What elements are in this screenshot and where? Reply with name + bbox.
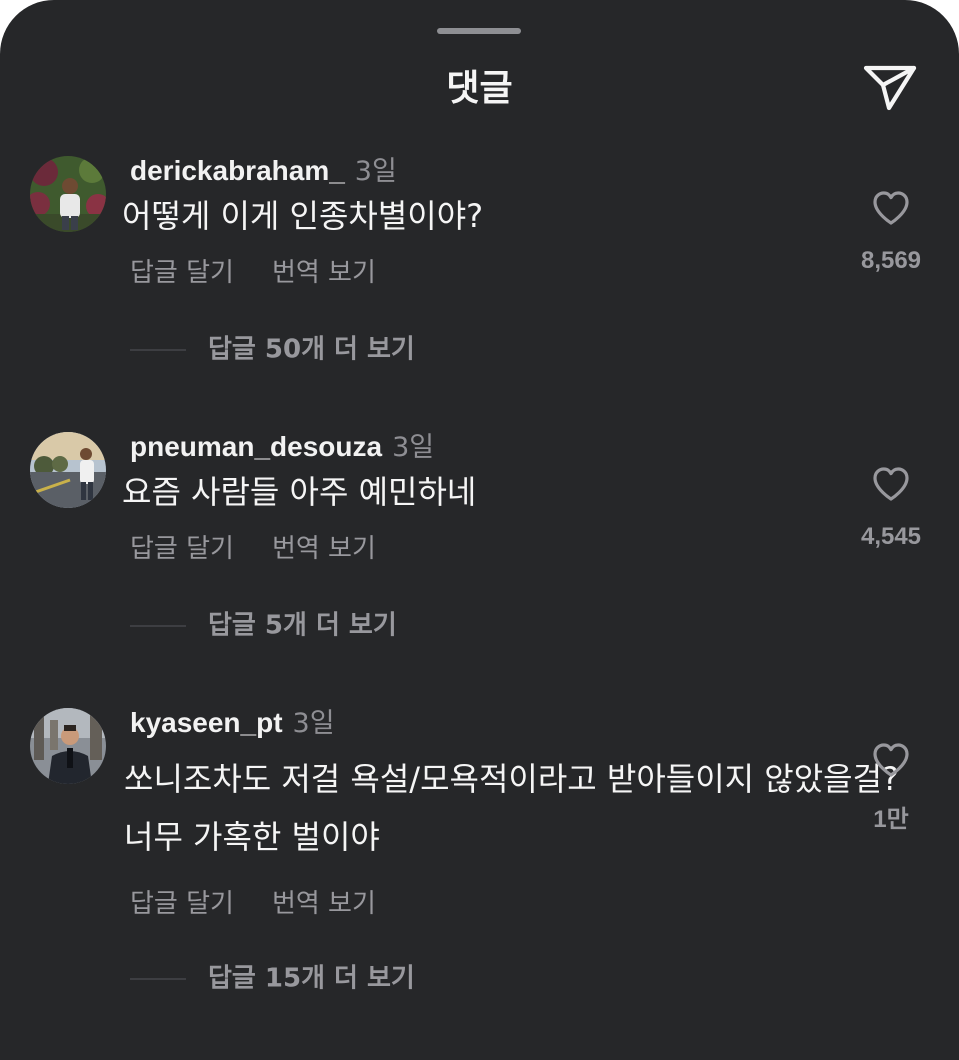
translate-button[interactable]: 번역 보기 <box>272 886 376 922</box>
reply-button[interactable]: 답글 달기 <box>130 531 234 567</box>
paper-plane-icon[interactable] <box>858 58 922 116</box>
view-replies-button[interactable]: 답글 5개 더 보기 <box>130 607 397 643</box>
comment-line: 쏘니조차도 저걸 욕설/모욕적이라고 받아들이지 않았을걸? <box>124 760 900 798</box>
heart-icon[interactable] <box>871 741 911 779</box>
view-replies-label: 답글 50개 더 보기 <box>208 334 415 365</box>
comment-header: derickabraham_ 3일 <box>130 155 397 187</box>
translate-button[interactable]: 번역 보기 <box>272 531 376 567</box>
comment-actions: 답글 달기 번역 보기 <box>130 531 376 567</box>
comment-text: 어떻게 이게 인종차별이야? <box>122 187 483 245</box>
comment-item: pneuman_desouza 3일 요즘 사람들 아주 예민하네 답글 달기 번역… <box>0 432 959 652</box>
comment-line: 요즘 사람들 아주 예민하네 <box>122 473 477 511</box>
comment-text: 요즘 사람들 아주 예민하네 <box>122 463 476 521</box>
like-group: 4,545 <box>856 465 926 551</box>
view-replies-label: 답글 5개 더 보기 <box>208 610 397 641</box>
heart-icon[interactable] <box>871 189 911 227</box>
timestamp: 3일 <box>392 432 435 463</box>
reply-button[interactable]: 답글 달기 <box>130 255 234 291</box>
timestamp: 3일 <box>354 156 397 187</box>
reply-button[interactable]: 답글 달기 <box>130 886 234 922</box>
username[interactable]: kyaseen_pt <box>130 707 283 738</box>
comment-text: 쏘니조차도 저걸 욕설/모욕적이라고 받아들이지 않았을걸? 너무 가혹한 벌이… <box>124 750 899 866</box>
comment-line: 너무 가혹한 벌이야 <box>124 818 380 856</box>
like-group: 1만 <box>856 741 926 834</box>
like-count: 8,569 <box>860 247 922 274</box>
comment-header: pneuman_desouza 3일 <box>130 431 435 463</box>
comment-header: kyaseen_pt 3일 <box>130 707 335 739</box>
replies-divider <box>130 977 186 980</box>
username[interactable]: derickabraham_ <box>130 155 345 186</box>
like-count: 1만 <box>873 806 909 833</box>
comment-actions: 답글 달기 번역 보기 <box>130 255 376 291</box>
avatar[interactable] <box>30 156 106 232</box>
view-replies-button[interactable]: 답글 15개 더 보기 <box>130 960 415 996</box>
like-group: 8,569 <box>856 189 926 275</box>
comment-line: 어떻게 이게 인종차별이야? <box>122 197 484 235</box>
avatar[interactable] <box>30 432 106 508</box>
comments-sheet: 댓글 derickabraham_ 3일 어떻게 이게 인종차별이야? 답글 달… <box>0 0 959 1060</box>
like-count: 4,545 <box>860 523 922 550</box>
comment-item: kyaseen_pt 3일 쏘니조차도 저걸 욕설/모욕적이라고 받아들이지 않았… <box>0 708 959 1008</box>
heart-icon[interactable] <box>871 465 911 503</box>
replies-divider <box>130 348 186 351</box>
drag-handle[interactable] <box>437 28 521 34</box>
view-replies-button[interactable]: 답글 50개 더 보기 <box>130 331 415 367</box>
username[interactable]: pneuman_desouza <box>130 431 382 462</box>
timestamp: 3일 <box>292 708 335 739</box>
comment-item: derickabraham_ 3일 어떻게 이게 인종차별이야? 답글 달기 번역 … <box>0 156 959 376</box>
avatar[interactable] <box>30 708 106 784</box>
replies-divider <box>130 624 186 627</box>
sheet-title: 댓글 <box>446 68 513 109</box>
translate-button[interactable]: 번역 보기 <box>272 255 376 291</box>
comment-actions: 답글 달기 번역 보기 <box>130 886 376 922</box>
view-replies-label: 답글 15개 더 보기 <box>208 963 415 994</box>
